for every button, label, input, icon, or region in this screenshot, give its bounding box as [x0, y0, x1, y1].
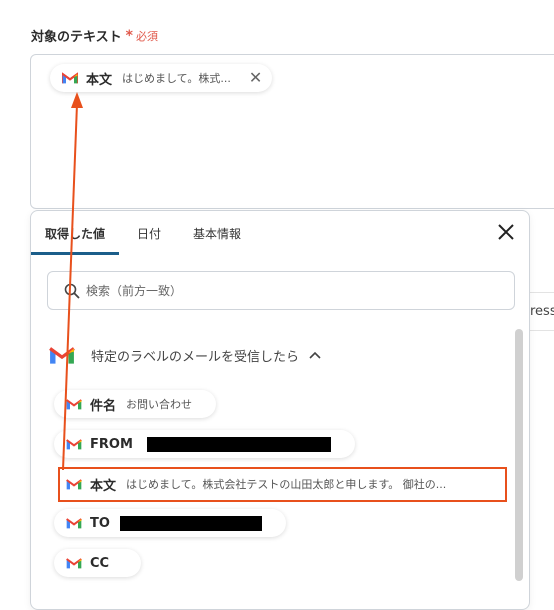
- chip-key: 本文: [86, 72, 113, 88]
- chevron-up-icon[interactable]: [309, 351, 321, 359]
- tab-acquired-values[interactable]: 取得した値: [30, 211, 120, 255]
- gmail-icon: [66, 518, 82, 529]
- close-icon[interactable]: [497, 223, 515, 241]
- right-divider: [530, 330, 554, 331]
- redacted-value: [146, 436, 331, 452]
- search-placeholder: 検索（前方一致）: [86, 284, 183, 298]
- required-text: 必須: [135, 29, 158, 43]
- gmail-icon: [62, 72, 78, 84]
- remove-chip-icon[interactable]: ✕: [249, 70, 262, 86]
- list-item-to[interactable]: TO: [54, 509, 286, 537]
- tab-basic-info[interactable]: 基本情報: [193, 211, 241, 255]
- inserted-value-chip[interactable]: 本文 はじめまして。株式... ✕: [50, 64, 273, 92]
- redacted-value: [119, 515, 262, 531]
- partial-text-fragment: ress: [530, 304, 554, 319]
- gmail-icon: [66, 558, 82, 569]
- item-key: CC: [90, 555, 110, 571]
- item-key: 件名: [90, 398, 117, 414]
- list-item-cc[interactable]: CC: [54, 549, 142, 577]
- tab-bar: 取得した値 日付 基本情報: [30, 211, 273, 255]
- annotation-highlight: [58, 467, 507, 502]
- trigger-section-header[interactable]: 特定のラベルのメールを受信したら: [49, 345, 321, 365]
- tab-date[interactable]: 日付: [137, 211, 161, 255]
- item-key: FROM: [90, 436, 133, 452]
- gmail-icon: [66, 439, 82, 450]
- section-title: 特定のラベルのメールを受信したら: [91, 349, 300, 365]
- list-item-from[interactable]: FROM: [54, 430, 355, 458]
- right-divider: [530, 292, 554, 293]
- field-label: 対象のテキスト * 必須: [31, 26, 158, 46]
- list-item-subject[interactable]: 件名 お問い合わせ: [54, 390, 217, 418]
- field-label-text: 対象のテキスト: [31, 30, 122, 45]
- chip-value: はじめまして。株式...: [122, 72, 231, 85]
- gmail-icon: [49, 347, 75, 364]
- search-icon: [64, 283, 80, 299]
- scrollbar[interactable]: [515, 329, 523, 581]
- search-input[interactable]: 検索（前方一致）: [47, 271, 515, 310]
- item-key: TO: [90, 515, 110, 531]
- item-value: お問い合わせ: [126, 398, 193, 411]
- gmail-icon: [66, 399, 82, 410]
- required-star: *: [125, 27, 133, 44]
